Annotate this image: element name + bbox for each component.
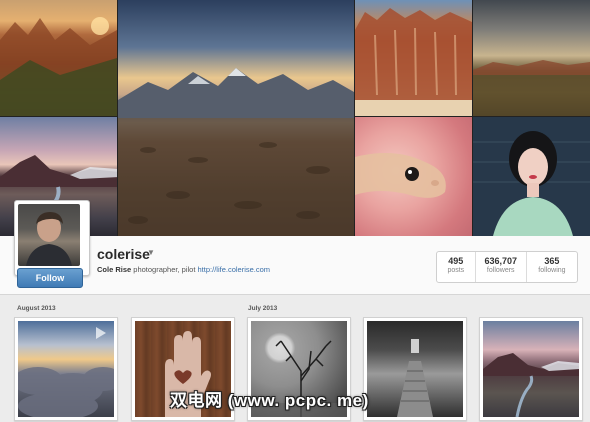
cover-photo-canyon-sunset[interactable] (0, 0, 117, 116)
stat-followers-label: followers (486, 267, 515, 274)
stat-posts-count: 495 (448, 256, 464, 266)
feed-photo-clouds[interactable] (13, 317, 123, 421)
follow-button[interactable]: Follow (17, 268, 83, 288)
profile-avatar[interactable] (14, 200, 90, 276)
cover-photo-plains-storm[interactable] (473, 0, 590, 116)
avatar-photo (18, 204, 80, 266)
play-icon (96, 327, 106, 339)
chevron-down-icon[interactable]: ▼ (147, 248, 155, 257)
stat-following-count: 365 (544, 256, 560, 266)
cover-photo-gecko[interactable] (355, 117, 472, 236)
stat-following[interactable]: 365 following (525, 252, 577, 282)
profile-website-link[interactable]: http://life.colerise.com (198, 265, 271, 274)
site-watermark: 双电网 (www. pcpc. me) (170, 391, 369, 410)
stat-posts-label: posts (447, 267, 465, 274)
profile-bio-text: photographer, pilot (133, 265, 196, 274)
stat-followers[interactable]: 636,707 followers (474, 252, 526, 282)
profile-stats: 495 posts 636,707 followers 365 followin… (436, 251, 578, 283)
stat-following-label: following (538, 267, 566, 274)
cover-photo-red-cliffs[interactable] (355, 0, 472, 116)
cover-photo-desert-mountains[interactable] (118, 0, 354, 236)
month-header-august: August 2013 (17, 305, 56, 312)
stat-followers-count: 636,707 (484, 256, 517, 266)
cover-photo-portrait-woman[interactable] (473, 117, 590, 236)
feed-photo-stairwell[interactable] (363, 317, 467, 421)
profile-full-name: Cole Rise (97, 265, 132, 274)
month-header-july: July 2013 (248, 305, 278, 312)
stat-posts[interactable]: 495 posts (437, 252, 475, 282)
feed-photo-mountain-stream[interactable] (479, 317, 583, 421)
profile-bio: Cole Rise photographer, pilot http://lif… (97, 265, 270, 274)
profile-username[interactable]: colerise (97, 246, 150, 262)
